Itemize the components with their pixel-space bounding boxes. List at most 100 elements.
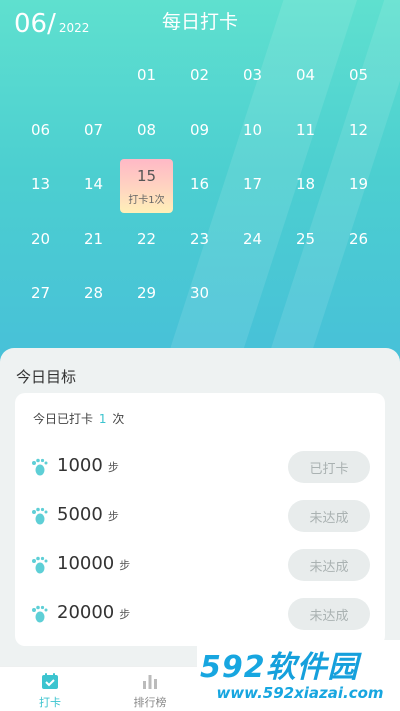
day-number: 28 — [83, 284, 104, 303]
day-number: 22 — [136, 229, 157, 248]
step-unit: 步 — [119, 559, 131, 572]
goal-row: 5000 步 未达成 — [30, 500, 370, 532]
calendar-day[interactable]: 23 — [173, 212, 226, 267]
calendar-empty-cell — [67, 48, 120, 103]
step-unit: 步 — [107, 510, 119, 523]
tab-label: 排行榜 — [133, 696, 167, 709]
calendar-day[interactable]: 28 — [67, 266, 120, 321]
day-number: 29 — [136, 284, 157, 303]
day-number: 10 — [242, 120, 263, 139]
calendar-day[interactable]: 17 — [226, 157, 279, 212]
goal-steps: 5000 步 — [57, 504, 119, 525]
goal-steps: 1000 步 — [57, 455, 119, 476]
calendar-day[interactable]: 24 — [226, 212, 279, 267]
calendar-day[interactable]: 14 — [67, 157, 120, 212]
calendar-day[interactable]: 30 — [173, 266, 226, 321]
day-number: 18 — [295, 175, 316, 194]
calendar-day[interactable]: 08 — [120, 103, 173, 158]
step-value: 1000 — [57, 455, 103, 476]
calendar-day[interactable]: 10 — [226, 103, 279, 158]
day-number: 06 — [30, 120, 51, 139]
day-number: 26 — [348, 229, 369, 248]
day-number: 17 — [242, 175, 263, 194]
day-number: 20 — [30, 229, 51, 248]
tab-label: 打卡 — [39, 696, 61, 709]
day-number: 15 — [136, 166, 157, 185]
step-value: 20000 — [57, 602, 115, 623]
goal-row: 1000 步 已打卡 — [30, 451, 370, 483]
calendar-day[interactable]: 26 — [332, 212, 385, 267]
checkin-label: 打卡1次 — [128, 194, 165, 206]
step-value: 5000 — [57, 504, 103, 525]
tab-checkin[interactable]: 打卡 — [20, 671, 80, 710]
calendar-day[interactable]: 06 — [14, 103, 67, 158]
calendar-day[interactable]: 04 — [279, 48, 332, 103]
calendar-day[interactable]: 20 — [14, 212, 67, 267]
day-number: 12 — [348, 120, 369, 139]
tab-ranking[interactable]: 排行榜 — [120, 671, 180, 710]
calendar-day[interactable]: 07 — [67, 103, 120, 158]
calendar-day[interactable]: 13 — [14, 157, 67, 212]
calendar-day[interactable]: 03 — [226, 48, 279, 103]
day-number: 19 — [348, 175, 369, 194]
watermark-number: 592 — [200, 650, 266, 682]
goal-steps: 20000 步 — [57, 602, 130, 623]
calendar-day[interactable]: 12 — [332, 103, 385, 158]
day-number: 04 — [295, 66, 316, 85]
day-number: 08 — [136, 120, 157, 139]
day-number: 11 — [295, 120, 316, 139]
footprint-icon — [32, 556, 48, 574]
calendar-day[interactable]: 19 — [332, 157, 385, 212]
day-number: 21 — [83, 229, 104, 248]
day-number: 30 — [189, 284, 210, 303]
calendar-grid: 01 02 03 04 05 06 07 08 09 10 11 12 13 14 15 打卡1次 16 17 18… — [14, 48, 386, 321]
calendar-day[interactable]: 18 — [279, 157, 332, 212]
calendar-day[interactable]: 09 — [173, 103, 226, 158]
day-number: 03 — [242, 66, 263, 85]
day-number: 14 — [83, 175, 104, 194]
calendar-day[interactable]: 01 — [120, 48, 173, 103]
checkin-count: 今日已打卡 1 次 — [33, 410, 124, 427]
footprint-icon — [32, 458, 48, 476]
footprint-icon — [32, 507, 48, 525]
calendar-empty-cell — [14, 48, 67, 103]
calendar-day-checked[interactable]: 15 打卡1次 — [120, 159, 173, 213]
calendar-day[interactable]: 22 — [120, 212, 173, 267]
day-number: 16 — [189, 175, 210, 194]
goal-steps: 10000 步 — [57, 553, 130, 574]
day-number: 07 — [83, 120, 104, 139]
count-value: 1 — [98, 412, 107, 426]
goal-status-button[interactable]: 已打卡 — [288, 451, 370, 483]
calendar-day[interactable]: 16 — [173, 157, 226, 212]
calendar-day[interactable]: 25 — [279, 212, 332, 267]
watermark-brand: 592软件园 — [200, 642, 400, 682]
step-value: 10000 — [57, 553, 115, 574]
day-number: 05 — [348, 66, 369, 85]
goal-status-button[interactable]: 未达成 — [288, 500, 370, 532]
day-number: 01 — [136, 66, 157, 85]
calendar-day[interactable]: 21 — [67, 212, 120, 267]
goal-status-button[interactable]: 未达成 — [288, 549, 370, 581]
calendar-day[interactable]: 05 — [332, 48, 385, 103]
day-number: 02 — [189, 66, 210, 85]
goal-row: 10000 步 未达成 — [30, 549, 370, 581]
goal-status-button[interactable]: 未达成 — [288, 598, 370, 630]
goal-row: 20000 步 未达成 — [30, 598, 370, 630]
section-title: 今日目标 — [16, 368, 77, 386]
step-unit: 步 — [119, 608, 131, 621]
day-number: 09 — [189, 120, 210, 139]
count-prefix: 今日已打卡 — [33, 412, 94, 426]
calendar-day[interactable]: 11 — [279, 103, 332, 158]
day-number: 23 — [189, 229, 210, 248]
calendar-day[interactable]: 29 — [120, 266, 173, 321]
step-unit: 步 — [107, 461, 119, 474]
calendar-day[interactable]: 02 — [173, 48, 226, 103]
bar-chart-icon — [143, 675, 157, 689]
footprint-icon — [32, 605, 48, 623]
page-title: 每日打卡 — [161, 11, 238, 33]
watermark-url: www.592xiazai.com — [216, 684, 384, 702]
calendar-check-icon — [42, 673, 58, 689]
day-number: 13 — [30, 175, 51, 194]
calendar-day[interactable]: 27 — [14, 266, 67, 321]
day-number: 24 — [242, 229, 263, 248]
